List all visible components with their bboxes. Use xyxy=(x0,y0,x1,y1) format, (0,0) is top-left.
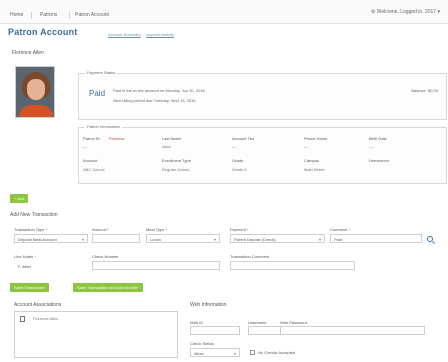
info-value: Main Street xyxy=(304,167,325,172)
breadcrumb-home[interactable]: Home xyxy=(10,12,23,18)
associations-list: Florence Allen xyxy=(14,311,178,358)
meal-type-label: Meal Type * xyxy=(146,227,168,232)
payment-line: Next billing period due Tuesday, Sept 13… xyxy=(113,98,196,103)
web-id-label: Web ID xyxy=(190,320,204,325)
search-icon[interactable] xyxy=(427,236,433,242)
payment-select[interactable]: Parent Deposit (Check) ▾ xyxy=(230,234,325,243)
info-label: Grade xyxy=(232,158,244,163)
username-label: Username xyxy=(248,320,267,325)
top-bar: Home Patrons Patron Account ⚙ Welcome, L… xyxy=(0,0,448,24)
panel-title: Payment Status xyxy=(85,70,118,75)
add-button[interactable]: + Add xyxy=(10,194,29,203)
user-menu[interactable]: ⚙ Welcome, Logged in, 2017 ▾ xyxy=(371,9,440,15)
info-label: Homeroom xyxy=(369,158,389,163)
breadcrumb-separator xyxy=(31,12,32,19)
info-value: — xyxy=(369,144,373,149)
patron-name: Florence Allen xyxy=(12,50,44,56)
info-value: Allen xyxy=(162,144,171,149)
info-label: Last Name xyxy=(162,136,182,141)
transaction-comment-input[interactable] xyxy=(230,261,355,270)
info-label: Patron ID xyxy=(83,136,100,141)
web-information-title: Web Information xyxy=(190,302,227,308)
comment-label: Comment * xyxy=(330,227,351,232)
info-label: Enrollment Type xyxy=(162,158,191,163)
info-label: Florence xyxy=(109,136,125,141)
check-number-input[interactable] xyxy=(92,261,220,270)
info-value: — xyxy=(304,144,308,149)
chevron-down-icon: ▾ xyxy=(213,237,216,242)
check-number-label: Check Number xyxy=(92,254,119,259)
payment-status-panel: Payment Status Paid Paid in full on the … xyxy=(78,70,447,120)
section-heading: Add New Transaction xyxy=(10,212,58,218)
web-id-input[interactable] xyxy=(190,326,240,335)
save-transaction-button[interactable]: Save Transaction xyxy=(10,283,49,292)
payment-label: Payment * xyxy=(230,227,249,232)
info-value: Grade 5 xyxy=(232,167,247,172)
info-label: Campus xyxy=(304,158,319,163)
info-value: — xyxy=(83,144,87,149)
list-item[interactable]: Florence Allen xyxy=(33,316,58,321)
check-status-select[interactable]: Allow ▾ xyxy=(190,348,240,357)
no-checks-checkbox[interactable] xyxy=(250,350,255,355)
info-label: Phone Home xyxy=(304,136,328,141)
line-notes-label: Line Notes * xyxy=(14,254,36,259)
transaction-type-select[interactable]: Deposit Meal Account ▾ xyxy=(14,234,88,243)
transaction-comment-label: Transaction Comment xyxy=(230,254,270,259)
line-notes-value: F. Allen xyxy=(14,261,88,270)
meal-type-select[interactable]: Lunch ▾ xyxy=(146,234,220,243)
payment-status: Paid xyxy=(89,89,106,98)
chevron-down-icon: ▾ xyxy=(81,237,84,242)
transaction-type-label: Transaction Type * xyxy=(14,227,48,232)
breadcrumb-patrons[interactable]: Patrons xyxy=(40,12,57,18)
chevron-down-icon: ▾ xyxy=(318,237,321,242)
comment-input[interactable]: Paid xyxy=(330,234,422,243)
account-associations-title: Account Associations xyxy=(14,302,62,308)
chevron-down-icon: ▾ xyxy=(233,351,236,356)
save-and-add-another-button[interactable]: Save Transaction and Add Another xyxy=(73,283,143,292)
patron-photo xyxy=(15,66,55,118)
document-icon xyxy=(20,316,25,322)
balance: Balance: $0.00 xyxy=(411,88,438,93)
account-summary-link[interactable]: Account Summary xyxy=(108,32,141,37)
breadcrumb-current[interactable]: Patron Account xyxy=(75,12,109,18)
info-label: Account Tier xyxy=(232,136,255,141)
info-value: — xyxy=(232,144,236,149)
patron-info-panel: Patron Information Patron ID Florence La… xyxy=(78,124,447,184)
panel-title: Patron Information xyxy=(85,124,122,129)
page-title: Patron Account xyxy=(8,27,78,37)
account-activity-link[interactable]: Account Activity xyxy=(146,32,174,37)
breadcrumb-separator xyxy=(69,12,70,19)
amount-input[interactable] xyxy=(92,234,140,243)
info-label: Account xyxy=(83,158,98,163)
no-checks-label: No Checks Accepted xyxy=(258,350,296,355)
info-label: Birth Date xyxy=(369,136,387,141)
info-value: Regular School xyxy=(162,167,190,172)
web-password-input[interactable] xyxy=(280,326,425,335)
amount-label: Amount * xyxy=(92,227,109,232)
web-password-label: Web Password xyxy=(280,320,307,325)
info-value: ABC School xyxy=(83,167,105,172)
payment-line: Paid in full on the account on Monday, J… xyxy=(113,88,205,93)
check-status-label: Check Status xyxy=(190,341,214,346)
